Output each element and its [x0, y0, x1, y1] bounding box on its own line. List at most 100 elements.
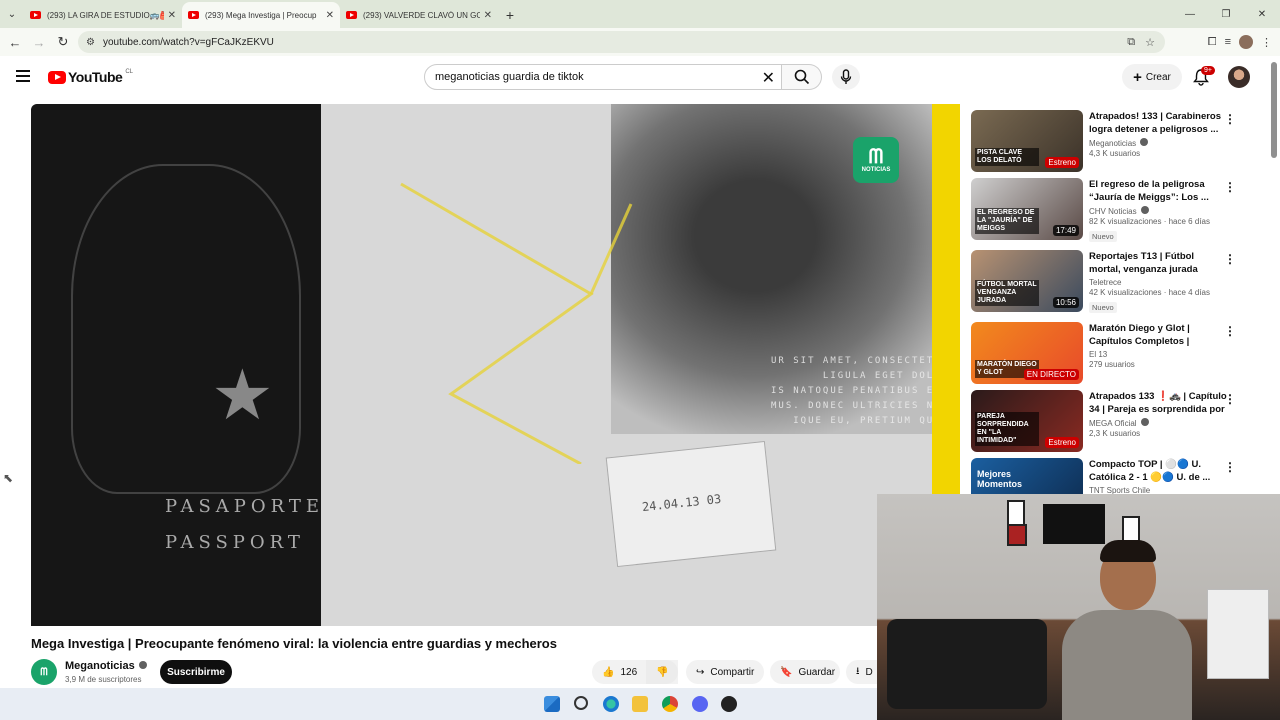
tab-search-icon[interactable]: ⌄ — [0, 0, 24, 28]
recommendation-channel[interactable]: Teletrece — [1089, 278, 1227, 287]
recommendation-channel[interactable]: TNT Sports Chile — [1089, 486, 1227, 494]
plus-icon: + — [1133, 68, 1142, 86]
tab-0[interactable]: (293) LA GIRA DE ESTUDIO🚌🎒 ✕ — [24, 2, 182, 28]
media-icon[interactable]: ≡ — [1225, 36, 1231, 48]
app-icon[interactable] — [721, 696, 737, 712]
search-icon — [794, 69, 809, 85]
recommendation-channel[interactable]: CHV Noticias — [1089, 206, 1227, 216]
logo-label: NOTICIAS — [861, 167, 891, 173]
recommendation-thumbnail[interactable]: MARATÓN DIEGO Y GLOT EN DIRECTO — [971, 322, 1083, 384]
premiere-badge: Estreno — [1045, 437, 1079, 448]
tab-2[interactable]: (293) VALVERDE CLAVÓ UN GO ✕ — [340, 2, 498, 28]
youtube-favicon-icon — [188, 11, 199, 19]
search-button[interactable] — [782, 64, 822, 90]
video-frame-passport: ★ PASAPORTE PASSPORT — [31, 104, 321, 626]
edge-icon[interactable] — [603, 696, 619, 712]
address-bar[interactable]: ⚙ youtube.com/watch?v=gFCaJKzEKVU ⧉ ☆ — [78, 31, 1165, 53]
tab-title: (293) Mega Investiga | Preocup — [205, 10, 317, 20]
channel-avatar[interactable]: ᗰ — [31, 659, 57, 685]
webcam-tv — [1043, 504, 1105, 544]
youtube-logo[interactable]: YouTube CL — [48, 69, 133, 85]
video-frame-stamp: 24.04.13 03 — [605, 440, 777, 568]
create-label: Crear — [1145, 71, 1171, 83]
windows-start-icon[interactable] — [544, 696, 560, 712]
restore-icon[interactable]: ❐ — [1208, 0, 1244, 28]
share-button[interactable]: ↪ Compartir — [686, 660, 764, 684]
extensions-icon[interactable]: ⧠ — [1208, 36, 1217, 49]
reload-icon[interactable]: ↻ — [51, 30, 75, 54]
video-duration: 10:56 — [1052, 297, 1079, 308]
recommendation-thumbnail[interactable]: FÚTBOL MORTAL VENGANZA JURADA 10:56 — [971, 250, 1083, 312]
hamburger-menu-icon[interactable] — [16, 70, 30, 82]
star-icon[interactable]: ☆ — [1145, 36, 1155, 49]
site-info-icon[interactable]: ⚙ — [86, 37, 95, 48]
channel-name[interactable]: Meganoticias — [65, 660, 147, 672]
back-icon[interactable]: ← — [3, 30, 27, 54]
recommendation-item[interactable]: Mejores Momentos Compacto TOP | ⚪🔵 U. Ca… — [971, 458, 1246, 494]
thumbs-down-icon: 👎 — [656, 666, 669, 678]
discord-icon[interactable] — [692, 696, 708, 712]
menu-icon[interactable]: ⋮ — [1261, 36, 1272, 49]
create-button[interactable]: + Crear — [1122, 64, 1182, 90]
recommendation-item[interactable]: PAREJA SORPRENDIDA EN "LA INTIMIDAD" Est… — [971, 390, 1246, 454]
stamp-text: 24.04.13 03 — [641, 491, 722, 515]
forward-icon[interactable]: → — [27, 30, 51, 54]
download-button[interactable]: ⭳ D — [846, 660, 877, 684]
recommendation-item[interactable]: EL REGRESO DE LA "JAURÍA" DE MEIGGS 17:4… — [971, 178, 1246, 242]
recommendation-thumbnail[interactable]: EL REGRESO DE LA "JAURÍA" DE MEIGGS 17:4… — [971, 178, 1083, 240]
video-title: Mega Investiga | Preocupante fenómeno vi… — [31, 636, 557, 651]
new-badge: Nuevo — [1089, 231, 1117, 242]
recommendation-thumbnail[interactable]: PISTA CLAVE LOS DELATÓ Estreno — [971, 110, 1083, 172]
more-options-icon[interactable]: ⋮ — [1224, 180, 1236, 194]
recommendation-thumbnail[interactable]: Mejores Momentos — [971, 458, 1083, 494]
search-icon[interactable] — [574, 696, 588, 710]
recommendation-title[interactable]: Maratón Diego y Glot | Capítulos Complet… — [1089, 322, 1227, 348]
recommendation-channel[interactable]: Meganoticias — [1089, 138, 1227, 148]
recommendation-title[interactable]: Reportajes T13 | Fútbol mortal, venganza… — [1089, 250, 1227, 276]
save-button[interactable]: 🔖 Guardar — [770, 660, 840, 684]
close-tab-icon[interactable]: ✕ — [484, 10, 492, 21]
channel-text: Meganoticias — [1089, 139, 1137, 148]
more-options-icon[interactable]: ⋮ — [1224, 392, 1236, 406]
wall-frame — [1007, 524, 1027, 546]
chrome-icon[interactable] — [662, 696, 678, 712]
search-input[interactable]: meganoticias guardia de tiktok ✕ — [424, 64, 782, 90]
close-tab-icon[interactable]: ✕ — [168, 10, 176, 21]
video-duration: 17:49 — [1052, 225, 1079, 236]
recommendation-title[interactable]: El regreso de la peligrosa “Jauría de Me… — [1089, 178, 1227, 204]
verified-icon — [1140, 138, 1149, 146]
page-scrollbar[interactable] — [1271, 62, 1277, 158]
tab-1[interactable]: (293) Mega Investiga | Preocup ✕ — [182, 2, 340, 28]
omnibox-actions: ⧉ ☆ — [1127, 31, 1155, 53]
voice-search-button[interactable] — [832, 64, 860, 90]
recommendation-item[interactable]: PISTA CLAVE LOS DELATÓ Estreno Atrapados… — [971, 110, 1246, 174]
recommendation-thumbnail[interactable]: PAREJA SORPRENDIDA EN "LA INTIMIDAD" Est… — [971, 390, 1083, 452]
install-icon[interactable]: ⧉ — [1127, 36, 1135, 49]
recommendation-title[interactable]: Atrapados 133 ❗🚓 | Capítulo 34 | Pareja … — [1089, 390, 1227, 416]
profile-icon[interactable] — [1239, 35, 1253, 49]
more-options-icon[interactable]: ⋮ — [1224, 460, 1236, 474]
file-explorer-icon[interactable] — [632, 696, 648, 712]
close-tab-icon[interactable]: ✕ — [326, 10, 334, 21]
video-player[interactable]: 24.04.13 03 ★ PASAPORTE PASSPORT UR SIT … — [31, 104, 960, 626]
tab-title: (293) LA GIRA DE ESTUDIO🚌🎒 — [47, 10, 164, 20]
recommendation-item[interactable]: MARATÓN DIEGO Y GLOT EN DIRECTO Maratón … — [971, 322, 1246, 386]
more-options-icon[interactable]: ⋮ — [1224, 252, 1236, 266]
more-options-icon[interactable]: ⋮ — [1224, 324, 1236, 338]
recommendation-item[interactable]: FÚTBOL MORTAL VENGANZA JURADA 10:56 Repo… — [971, 250, 1246, 314]
live-badge: EN DIRECTO — [1023, 369, 1079, 380]
recommendation-title[interactable]: Atrapados! 133 | Carabineros logra deten… — [1089, 110, 1227, 136]
recommendation-title[interactable]: Compacto TOP | ⚪🔵 U. Católica 2 - 1 🟡🔵 U… — [1089, 458, 1227, 484]
recommendation-stats: 42 K visualizaciones · hace 4 días — [1089, 288, 1210, 297]
thumbnail-caption: PAREJA SORPRENDIDA EN "LA INTIMIDAD" — [975, 412, 1039, 446]
new-tab-button[interactable]: + — [498, 2, 522, 28]
clear-search-icon[interactable]: ✕ — [762, 68, 775, 88]
more-options-icon[interactable]: ⋮ — [1224, 112, 1236, 126]
close-window-icon[interactable]: ✕ — [1244, 0, 1280, 28]
minimize-icon[interactable]: — — [1172, 0, 1208, 28]
recommendation-channel[interactable]: El 13 — [1089, 350, 1227, 359]
subscribe-button[interactable]: Suscribirme — [160, 660, 232, 684]
recommendation-channel[interactable]: MEGA Oficial — [1089, 418, 1227, 428]
account-avatar[interactable] — [1228, 66, 1250, 88]
dislike-button[interactable]: 👎 — [646, 660, 678, 684]
